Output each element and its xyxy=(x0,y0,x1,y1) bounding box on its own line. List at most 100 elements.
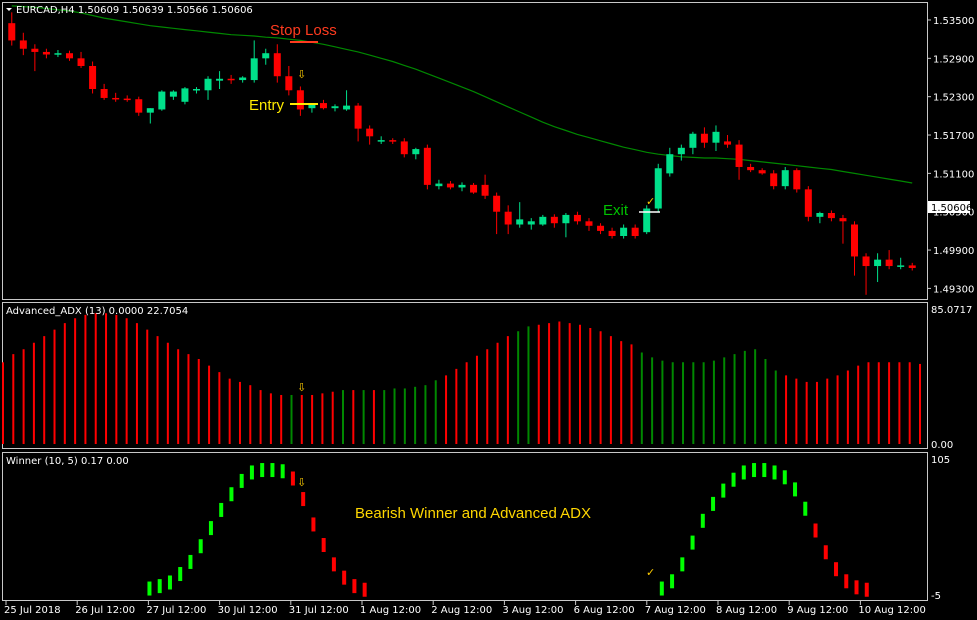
candle-body xyxy=(839,218,847,222)
x-tick-label: 2 Aug 12:00 xyxy=(431,605,492,616)
winner-bar xyxy=(823,545,828,560)
winner-bar xyxy=(834,562,839,577)
candle-body xyxy=(158,91,166,110)
winner-bar xyxy=(331,557,336,572)
candle-body xyxy=(874,259,882,267)
adx-arrow-icon: ⇩ xyxy=(297,381,306,394)
exit-annotation: Exit xyxy=(603,202,629,219)
candle-body xyxy=(897,265,905,267)
candle-body xyxy=(620,227,628,237)
x-tick-label: 9 Aug 12:00 xyxy=(787,605,848,616)
candle-body xyxy=(908,265,916,268)
candle-body xyxy=(296,90,304,110)
candle-body xyxy=(204,78,212,91)
x-tick-label: 31 Jul 12:00 xyxy=(289,605,349,616)
x-tick-label: 3 Aug 12:00 xyxy=(502,605,563,616)
winner-bar xyxy=(311,517,316,532)
candle-body xyxy=(285,76,293,91)
candle-body xyxy=(273,53,281,77)
candle-body xyxy=(550,216,558,224)
candle-body xyxy=(631,227,639,237)
candle-body xyxy=(862,256,870,267)
x-tick-label: 25 Jul 2018 xyxy=(4,605,61,616)
candle-body xyxy=(423,147,431,185)
winner-bar xyxy=(362,582,367,597)
x-tick-label: 30 Jul 12:00 xyxy=(218,605,278,616)
candle-body xyxy=(412,149,420,155)
candle-body xyxy=(689,133,697,148)
x-tick-label: 26 Jul 12:00 xyxy=(75,605,135,616)
candle-body xyxy=(654,168,662,209)
winner-panel xyxy=(2,452,928,601)
winner-bar xyxy=(762,463,767,478)
candle-body xyxy=(377,140,385,142)
winner-bar xyxy=(731,472,736,487)
candle-body xyxy=(100,89,108,98)
winner-bar xyxy=(219,502,224,517)
dropdown-triangle-icon[interactable] xyxy=(6,8,12,11)
price-layer xyxy=(8,5,916,295)
winner-bar xyxy=(741,465,746,480)
winner-bar xyxy=(157,579,162,594)
adx-bottom-label: 0.00 xyxy=(931,440,953,451)
winner-bar xyxy=(752,463,757,478)
candle-body xyxy=(343,105,351,110)
x-tick-label: 6 Aug 12:00 xyxy=(574,605,635,616)
x-tick-label: 1 Aug 12:00 xyxy=(360,605,421,616)
winner-bar xyxy=(188,554,193,569)
winner-bottom-label: -5 xyxy=(931,591,941,602)
winner-top-label: 105 xyxy=(931,455,950,466)
winner-bar xyxy=(700,513,705,528)
candle-body xyxy=(435,183,443,187)
winner-bar xyxy=(208,521,213,536)
winner-bar xyxy=(249,465,254,480)
candle-body xyxy=(724,141,732,145)
candle-body xyxy=(112,97,120,100)
candle-body xyxy=(747,166,755,171)
winner-bar xyxy=(147,581,152,596)
candle-body xyxy=(804,189,812,217)
moving-average-line xyxy=(11,5,913,184)
winner-bar xyxy=(321,538,326,553)
winner-arrow-icon: ⇩ xyxy=(297,476,306,489)
price-chart-title: EURCAD,H4 1.50609 1.50639 1.50566 1.5060… xyxy=(16,5,253,16)
candle-body xyxy=(331,106,339,109)
winner-bar xyxy=(721,483,726,498)
adx-panel xyxy=(2,302,928,449)
candle-body xyxy=(585,221,593,226)
adx-title: Advanced_ADX (13) 0.0000 22.7054 xyxy=(6,306,188,317)
winner-bar xyxy=(260,463,265,478)
winner-bar xyxy=(854,580,859,595)
candle-body xyxy=(31,48,39,52)
candle-body xyxy=(597,225,605,231)
candle-body xyxy=(319,103,327,109)
winner-bar xyxy=(301,492,306,507)
candle-body xyxy=(239,77,247,81)
winner-bar xyxy=(270,463,275,478)
candle-body xyxy=(446,183,454,188)
candle-body xyxy=(516,219,524,225)
winner-bar xyxy=(864,582,869,597)
candle-body xyxy=(481,184,489,196)
candle-body xyxy=(770,173,778,187)
chart-canvas: 1.535001.529001.523001.517001.511001.505… xyxy=(2,2,974,616)
candle-body xyxy=(470,184,478,193)
candle-body xyxy=(354,105,362,129)
candle-body xyxy=(816,212,824,217)
winner-bar xyxy=(793,482,798,497)
candle-body xyxy=(562,214,570,224)
stop-loss-annotation: Stop Loss xyxy=(270,22,337,39)
winner-bar xyxy=(352,579,357,594)
candle-body xyxy=(827,212,835,219)
winner-bar xyxy=(167,575,172,590)
candle-body xyxy=(262,53,270,59)
price-tick-label: 1.52900 xyxy=(933,54,974,65)
x-tick-label: 7 Aug 12:00 xyxy=(645,605,706,616)
candle-body xyxy=(19,40,27,49)
candle-body xyxy=(885,259,893,267)
candle-body xyxy=(146,108,154,113)
winner-bar xyxy=(844,574,849,589)
candle-body xyxy=(677,147,685,155)
candle-body xyxy=(700,133,708,143)
price-tick-label: 1.49900 xyxy=(933,246,974,257)
